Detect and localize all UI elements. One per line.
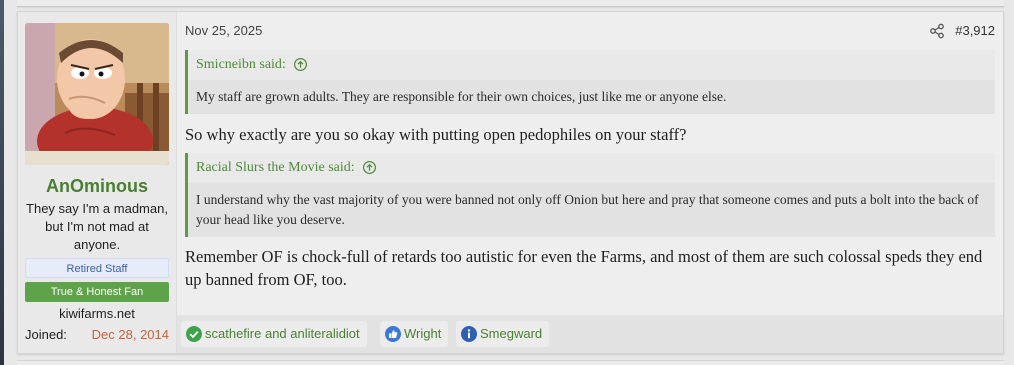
forum-post: AnOminous They say I'm a madman, but I'm… (17, 11, 1004, 354)
quote-text: My staff are grown adults. They are resp… (196, 89, 727, 104)
post-body-paragraph: So why exactly are you so okay with putt… (185, 125, 687, 144)
retired-staff-banner: Retired Staff (25, 258, 169, 278)
joined-date: Dec 28, 2014 (91, 327, 169, 342)
quote-author[interactable]: Smicneibn said: (196, 57, 286, 72)
user-site: kiwifarms.net (59, 306, 135, 321)
thumbs-up-icon (385, 326, 401, 342)
quote-block: Racial Slurs the Movie said: I understan… (185, 153, 995, 237)
avatar[interactable] (25, 23, 169, 165)
forum-thread-view: AnOminous They say I'm a madman, but I'm… (0, 0, 1014, 365)
post-user-info: AnOminous They say I'm a madman, but I'm… (18, 12, 177, 353)
reaction-summary-agree[interactable]: scathefire and anliteralidiot (181, 321, 367, 347)
quote-header[interactable]: Smicneibn said: (188, 50, 995, 80)
quote-header[interactable]: Racial Slurs the Movie said: (188, 153, 995, 183)
quote-text: I understand why the vast majority of yo… (196, 192, 979, 227)
user-title: They say I'm a madman, but I'm not mad a… (26, 201, 168, 252)
reaction-users[interactable]: Smegward (480, 326, 542, 341)
joined-label: Joined: (25, 327, 67, 342)
post-body-paragraph: Remember OF is chock-full of retards too… (185, 247, 983, 289)
quote-block: Smicneibn said: My staff are grown adult… (185, 50, 995, 114)
reaction-summary-informative[interactable]: Smegward (456, 321, 550, 347)
reaction-users[interactable]: Wright (404, 326, 441, 341)
previous-post-edge (17, 0, 1004, 7)
username[interactable]: AnOminous (18, 176, 176, 197)
post-message: Nov 25, 2025 #3,912 Smicneibn said: My s… (177, 12, 1003, 353)
post-number[interactable]: #3,912 (955, 23, 995, 38)
quote-author[interactable]: Racial Slurs the Movie said: (196, 160, 355, 175)
jump-to-quote-icon[interactable] (362, 160, 377, 175)
info-icon (461, 326, 477, 342)
checkmark-icon (186, 326, 202, 342)
true-honest-fan-banner: True & Honest Fan (25, 282, 169, 302)
reaction-summary-like[interactable]: Wright (380, 321, 449, 347)
reactions-bar: scathefire and anliteralidiot Wright Sme… (177, 315, 1003, 353)
window-edge (0, 0, 4, 365)
reaction-users[interactable]: scathefire and anliteralidiot (205, 326, 360, 341)
post-date[interactable]: Nov 25, 2025 (185, 23, 262, 38)
next-post-edge (17, 360, 1004, 365)
share-icon[interactable] (929, 23, 945, 39)
jump-to-quote-icon[interactable] (293, 57, 308, 72)
avatar-image (25, 23, 169, 165)
